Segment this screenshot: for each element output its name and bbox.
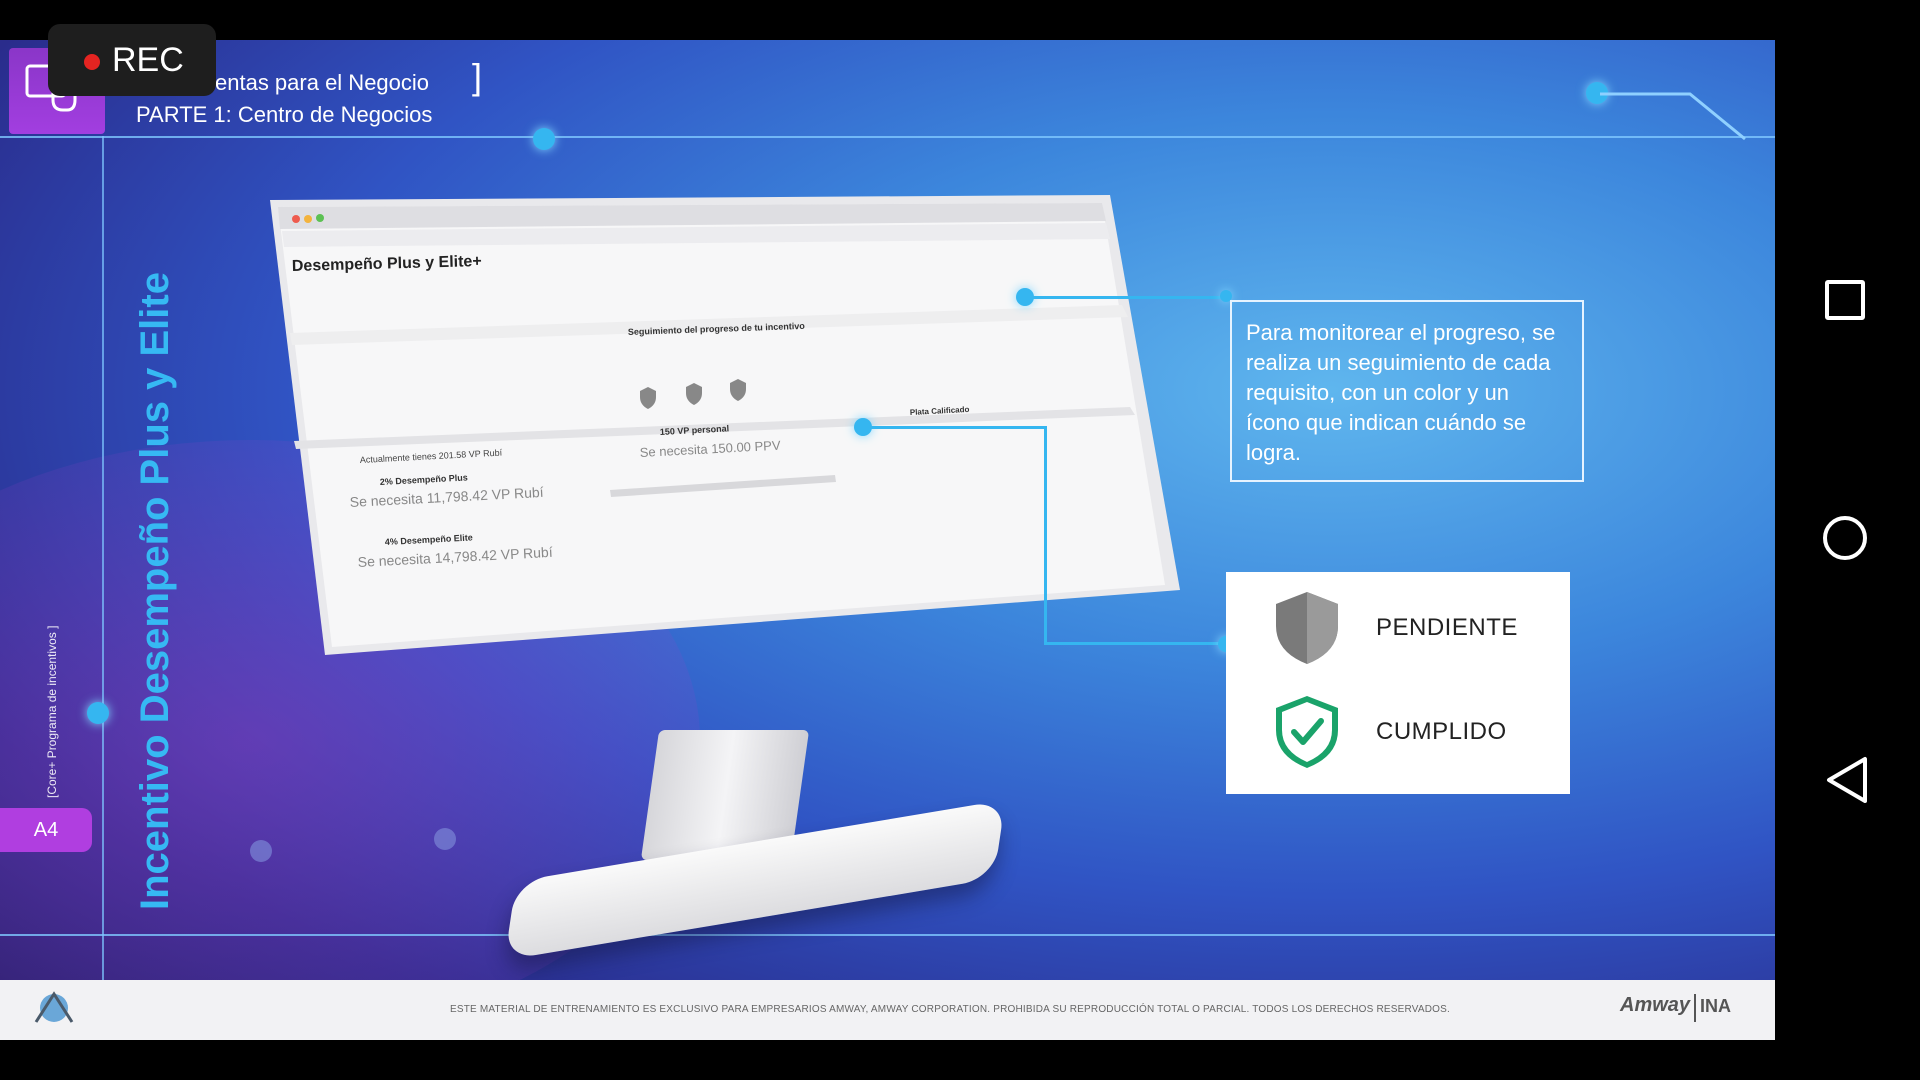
slide-footer: ESTE MATERIAL DE ENTRENAMIENTO ES EXCLUS… [0, 980, 1775, 1040]
home-button[interactable] [1823, 516, 1867, 560]
shield-pending-icon [1276, 592, 1338, 664]
header-bracket: ] [472, 56, 483, 97]
recents-button[interactable] [1825, 280, 1865, 320]
back-button[interactable] [1825, 755, 1869, 805]
recording-label: REC [112, 41, 184, 79]
decor-node [250, 840, 272, 862]
callout-text: Para monitorear el progreso, se realiza … [1246, 320, 1556, 465]
connector-line [866, 426, 1046, 429]
legal-text: ESTE MATERIAL DE ENTRENAMIENTO ES EXCLUS… [450, 1004, 1450, 1015]
legend-row-pending: PENDIENTE [1274, 590, 1518, 666]
legend-pending-label: PENDIENTE [1376, 614, 1518, 641]
decor-line [1600, 92, 1746, 141]
android-nav-bar [1775, 0, 1920, 1080]
record-dot-icon [84, 54, 100, 70]
decor-node [87, 702, 109, 724]
left-divider [102, 136, 104, 1040]
vertical-subtitle: [Core+ Programa de incentivos ] [45, 625, 59, 798]
brand-separator [1694, 994, 1696, 1022]
shield-check-icon [1276, 696, 1338, 768]
legend-row-done: CUMPLIDO [1274, 694, 1507, 770]
connector-line [1044, 426, 1047, 644]
vertical-title: Incentivo Desempeño Plus y Elite [133, 272, 177, 910]
presentation-slide: entas para el Negocio ] PARTE 1: Centro … [0, 40, 1775, 1040]
status-legend: PENDIENTE CUMPLIDO [1226, 572, 1570, 794]
decor-node [533, 128, 555, 150]
section-badge: A4 [0, 808, 92, 852]
header-subtitle: PARTE 1: Centro de Negocios [136, 102, 433, 127]
callout-box: Para monitorear el progreso, se realiza … [1230, 300, 1584, 482]
bottom-divider [0, 934, 1775, 936]
header-title: entas para el Negocio [215, 70, 430, 95]
amway-logo: Amway [1620, 994, 1691, 1016]
ina-logo: INA [1700, 996, 1731, 1016]
connector-line [1044, 642, 1226, 645]
emblem-icon [34, 991, 74, 1023]
top-divider [0, 136, 1775, 138]
connector-line [1028, 296, 1228, 299]
legend-done-label: CUMPLIDO [1376, 718, 1507, 745]
recording-indicator[interactable]: REC [48, 24, 216, 96]
decor-node [434, 828, 456, 850]
